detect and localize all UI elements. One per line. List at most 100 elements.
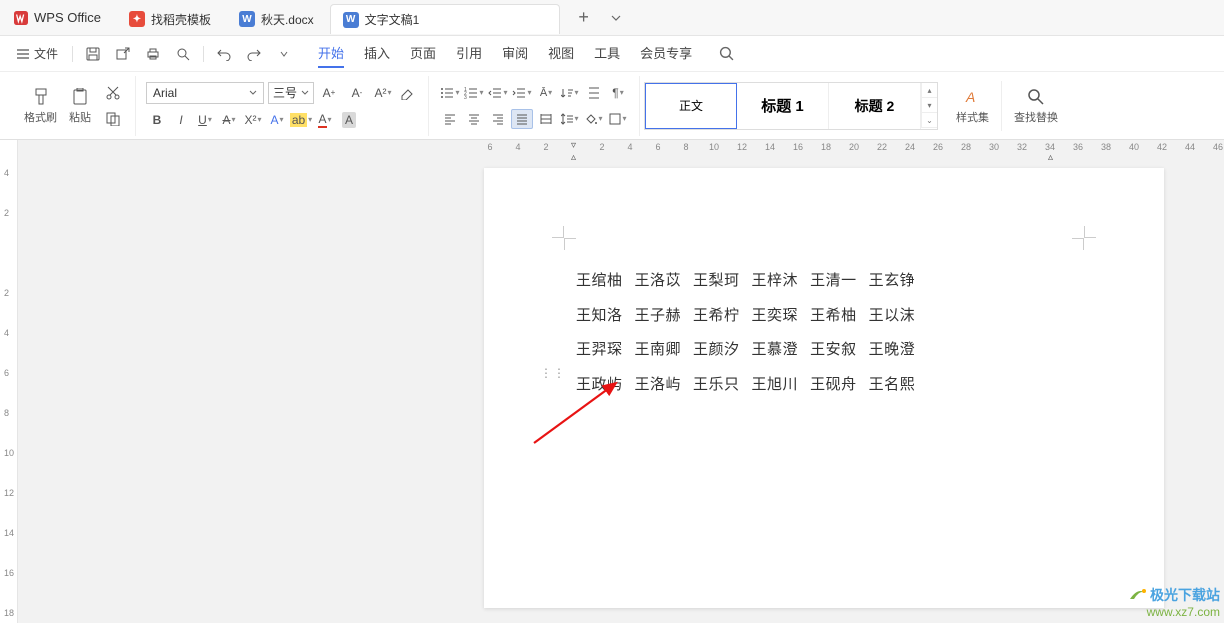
- increase-indent-button[interactable]: ▾: [511, 83, 533, 103]
- align-right-button[interactable]: [487, 109, 509, 129]
- align-center-button[interactable]: [463, 109, 485, 129]
- line-spacing-icon: [561, 113, 573, 125]
- bold-button[interactable]: B: [146, 110, 168, 130]
- font-size-select[interactable]: 三号: [268, 82, 314, 104]
- decrease-indent-button[interactable]: ▾: [487, 83, 509, 103]
- superscript-button[interactable]: X²▾: [242, 110, 264, 130]
- shading-button[interactable]: A: [338, 110, 360, 130]
- redo-icon: [247, 47, 261, 61]
- paste-button[interactable]: 粘贴: [63, 85, 97, 127]
- format-painter-button[interactable]: 格式刷: [18, 85, 63, 127]
- tab-references[interactable]: 引用: [456, 39, 482, 68]
- style-h1-label: 标题 1: [761, 95, 804, 116]
- undo-button[interactable]: [210, 40, 238, 68]
- ruler-right-marker[interactable]: ▵: [1048, 152, 1053, 163]
- chevron-down-icon: [249, 89, 257, 97]
- print-button[interactable]: [139, 40, 167, 68]
- text-line: 王绾柚王洛苡王梨珂王梓沐王清一王玄铮: [576, 264, 1072, 299]
- separator: [1001, 81, 1002, 131]
- number-list-button[interactable]: 123▾: [463, 83, 485, 103]
- text-effect-button[interactable]: A▾: [266, 110, 288, 130]
- style-heading1[interactable]: 标题 1: [737, 83, 829, 129]
- tab-tools[interactable]: 工具: [594, 39, 620, 68]
- shrink-font-button[interactable]: A-: [344, 83, 370, 103]
- style-body[interactable]: 正文: [645, 83, 737, 129]
- align-left-button[interactable]: [439, 109, 461, 129]
- scissors-icon: [106, 86, 120, 100]
- highlight-button[interactable]: ab▾: [290, 110, 312, 130]
- tab-label: 秋天.docx: [261, 11, 314, 28]
- line-spacing-top-button[interactable]: [583, 83, 605, 103]
- shading-para-button[interactable]: ▾: [583, 109, 605, 129]
- tab-doc-autumn[interactable]: W 秋天.docx: [227, 4, 326, 34]
- style-heading2[interactable]: 标题 2: [829, 83, 921, 129]
- app-branding: WPS Office: [0, 0, 115, 36]
- line-spacing-button[interactable]: ▾: [559, 109, 581, 129]
- grow-font-button[interactable]: A+: [316, 83, 342, 103]
- new-tab-button[interactable]: +: [570, 4, 598, 32]
- border-icon: [609, 113, 621, 125]
- redo-button[interactable]: [240, 40, 268, 68]
- tab-doc-current[interactable]: W 文字文稿1: [330, 4, 560, 34]
- wps-logo-icon: [14, 11, 28, 25]
- watermark: 极光下载站 www.xz7.com: [1128, 585, 1220, 619]
- text-line: 王政屿王洛屿王乐只王旭川王砚舟王名熙: [576, 368, 1072, 403]
- tab-insert[interactable]: 插入: [364, 39, 390, 68]
- style-down-button[interactable]: ▾: [921, 98, 937, 113]
- font-color-button[interactable]: A▾: [314, 110, 336, 130]
- svg-text:A: A: [965, 89, 975, 105]
- export-button[interactable]: [109, 40, 137, 68]
- cut-button[interactable]: [101, 83, 125, 103]
- paragraph-mark-button[interactable]: ¶▾: [607, 83, 629, 103]
- document-content[interactable]: 王绾柚王洛苡王梨珂王梓沐王清一王玄铮 王知洛王子赫王希柠王奕琛王希柚王以沫 王羿…: [576, 264, 1072, 402]
- style-expand-button[interactable]: ⌄: [921, 113, 937, 128]
- tab-page[interactable]: 页面: [410, 39, 436, 68]
- tab-menu-button[interactable]: [602, 4, 630, 32]
- font-family-select[interactable]: Arial: [146, 82, 264, 104]
- save-button[interactable]: [79, 40, 107, 68]
- paste-label: 粘贴: [69, 109, 91, 125]
- separator: [72, 46, 73, 62]
- borders-button[interactable]: ▾: [607, 109, 629, 129]
- numbering-icon: 123: [464, 87, 478, 99]
- find-replace-label: 查找替换: [1014, 109, 1058, 125]
- document-area: 4224681012141618 64224681012141618202224…: [0, 140, 1224, 623]
- paragraph-drag-handle[interactable]: ⋮⋮: [540, 370, 566, 376]
- print-preview-button[interactable]: [169, 40, 197, 68]
- margin-corner-tl: [564, 238, 576, 250]
- strikethrough-button[interactable]: A▾: [218, 110, 240, 130]
- print-icon: [146, 47, 160, 61]
- group-clipboard: 格式刷 粘贴: [8, 76, 136, 136]
- search-button[interactable]: [712, 40, 740, 68]
- horizontal-ruler-bar: 6422468101214161820222426283032343638404…: [18, 140, 1224, 160]
- tab-start[interactable]: 开始: [318, 39, 344, 68]
- qat-dropdown[interactable]: [270, 40, 298, 68]
- underline-button[interactable]: U▾: [194, 110, 216, 130]
- tab-member[interactable]: 会员专享: [640, 39, 692, 68]
- align-justify-button[interactable]: [511, 109, 533, 129]
- ruler-indent-marker-bottom[interactable]: ▵: [571, 152, 576, 163]
- margin-corner-tr: [1072, 238, 1084, 250]
- tab-review[interactable]: 审阅: [502, 39, 528, 68]
- style-up-button[interactable]: ▴: [921, 83, 937, 98]
- text-direction-button[interactable]: Ā▾: [535, 83, 557, 103]
- tab-view[interactable]: 视图: [548, 39, 574, 68]
- horizontal-ruler[interactable]: 6422468101214161820222426283032343638404…: [476, 142, 1224, 152]
- tab-templates[interactable]: ✦ 找稻壳模板: [117, 4, 223, 34]
- bullet-list-button[interactable]: ▾: [439, 83, 461, 103]
- file-menu-button[interactable]: 文件: [8, 45, 66, 62]
- change-case-button[interactable]: A²▾: [372, 83, 394, 103]
- sort-button[interactable]: ▾: [559, 83, 581, 103]
- page-viewport[interactable]: 6422468101214161820222426283032343638404…: [18, 140, 1224, 623]
- style-set-button[interactable]: A 样式集: [950, 85, 995, 127]
- clear-format-button[interactable]: [396, 83, 418, 103]
- copy-button[interactable]: [101, 109, 125, 129]
- tab-label: 找稻壳模板: [151, 11, 211, 28]
- italic-button[interactable]: I: [170, 110, 192, 130]
- distributed-button[interactable]: [535, 109, 557, 129]
- word-doc-icon: W: [239, 11, 255, 27]
- find-replace-button[interactable]: 查找替换: [1008, 85, 1064, 127]
- ruler-indent-marker-top[interactable]: ▿: [571, 140, 576, 151]
- vertical-ruler[interactable]: 4224681012141618: [0, 140, 18, 623]
- group-font: Arial 三号 A+ A- A²▾ B I U▾ A▾ X²▾ A▾ ab: [136, 76, 429, 136]
